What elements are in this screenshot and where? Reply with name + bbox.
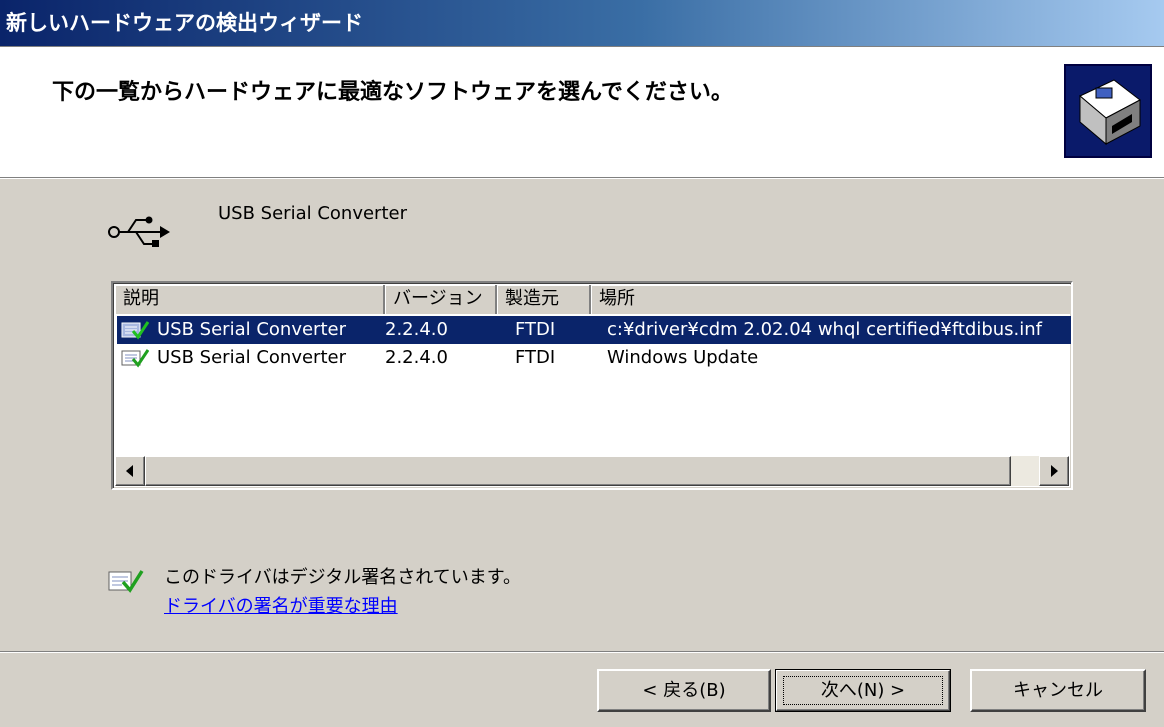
signed-driver-icon: [121, 348, 150, 368]
row-manufacturer: FTDI: [515, 347, 556, 368]
list-header: 説明 バージョン 製造元 場所: [115, 285, 1071, 314]
row-location: Windows Update: [607, 347, 759, 368]
next-button[interactable]: 次へ(N) >: [775, 669, 951, 712]
list-row[interactable]: USB Serial Converter 2.2.4.0 FTDI Window…: [117, 344, 1071, 372]
window-title: 新しいハードウェアの検出ウィザード: [0, 0, 1164, 46]
scroll-left-button[interactable]: [115, 456, 145, 486]
footer-separator: [0, 651, 1164, 653]
focus-rect: [783, 676, 943, 705]
row-description: USB Serial Converter: [157, 347, 346, 368]
row-description: USB Serial Converter: [157, 319, 346, 340]
horizontal-scrollbar[interactable]: [115, 456, 1069, 486]
row-version: 2.2.4.0: [385, 347, 448, 368]
scroll-right-button[interactable]: [1039, 456, 1069, 486]
usb-icon: [108, 212, 172, 252]
cancel-button[interactable]: キャンセル: [970, 669, 1146, 712]
driver-list[interactable]: 説明 バージョン 製造元 場所 USB Serial Converter 2.2…: [111, 281, 1073, 490]
column-version[interactable]: バージョン: [385, 285, 497, 314]
wizard-header: 下の一覧からハードウェアに最適なソフトウェアを選んでください。: [0, 46, 1164, 177]
scrollbar-thumb[interactable]: [145, 456, 1011, 486]
signed-driver-icon: [108, 568, 144, 594]
column-manufacturer[interactable]: 製造元: [497, 285, 591, 314]
list-row-selected[interactable]: USB Serial Converter 2.2.4.0 FTDI c:¥dri…: [117, 316, 1071, 344]
header-title: 下の一覧からハードウェアに最適なソフトウェアを選んでください。: [52, 80, 733, 105]
row-location: c:¥driver¥cdm 2.02.04 whql certified¥ftd…: [607, 319, 1043, 340]
column-description[interactable]: 説明: [115, 285, 385, 314]
header-separator: [0, 177, 1164, 179]
arrow-right-icon: [1051, 465, 1058, 477]
column-location[interactable]: 場所: [591, 285, 1071, 314]
arrow-left-icon: [126, 465, 133, 477]
hardware-wizard-icon: [1064, 64, 1152, 158]
device-name: USB Serial Converter: [218, 203, 407, 224]
signature-status-text: このドライバはデジタル署名されています。: [164, 567, 521, 588]
signature-info-link[interactable]: ドライバの署名が重要な理由: [164, 592, 398, 618]
back-button[interactable]: < 戻る(B): [597, 669, 771, 712]
row-manufacturer: FTDI: [515, 319, 556, 340]
row-version: 2.2.4.0: [385, 319, 448, 340]
signed-driver-icon: [121, 320, 150, 340]
